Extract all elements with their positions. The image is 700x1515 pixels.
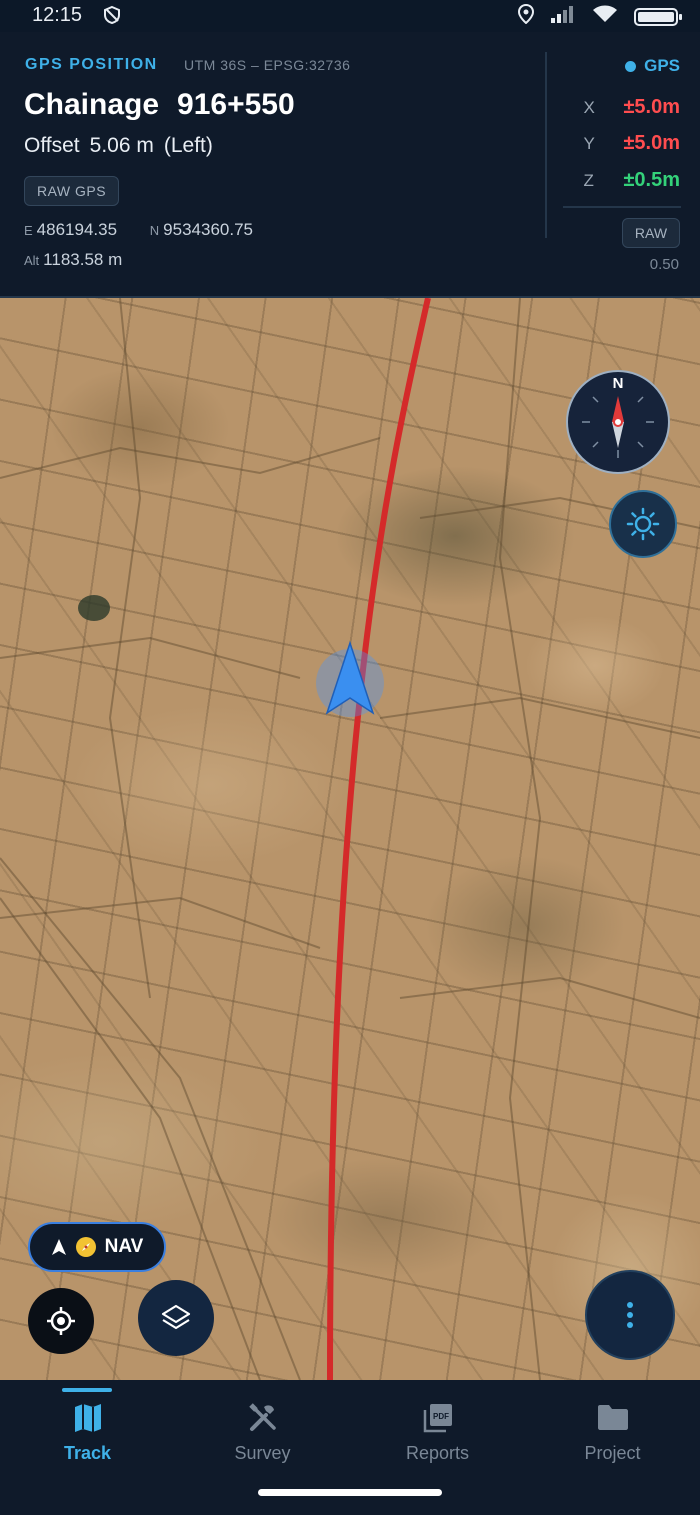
chainage: Chainage 916+550: [24, 88, 295, 122]
brightness-button[interactable]: [609, 490, 677, 558]
accuracy-value: ±5.0m: [623, 132, 680, 154]
battery-icon: [634, 8, 682, 26]
accuracy-row-y: Y ±5.0m: [583, 132, 680, 155]
nav-mode-button[interactable]: NAV: [28, 1222, 166, 1272]
pond: [78, 595, 110, 621]
raw-toggle-button[interactable]: RAW: [622, 218, 680, 248]
more-vertical-icon: [627, 1302, 633, 1328]
more-options-button[interactable]: [585, 1270, 675, 1360]
coordinates: E 486194.35 N 9534360.75: [24, 220, 253, 240]
layers-button[interactable]: [138, 1280, 214, 1356]
accuracy-value: ±0.5m: [623, 169, 680, 191]
tools-icon: [248, 1403, 276, 1431]
accuracy-axis: Z: [583, 170, 594, 190]
location-icon: [517, 3, 535, 30]
altitude-value: 1183.58 m: [43, 250, 123, 269]
gps-status-dot: [625, 60, 637, 72]
accuracy-axis: Y: [583, 133, 595, 153]
tab-label: Reports: [405, 1443, 470, 1463]
offset: Offset 5.06 m (Left): [24, 134, 223, 158]
folder-icon: [597, 1405, 628, 1430]
projection-label: UTM 36S – EPSG:32736: [184, 57, 351, 73]
tab-reports[interactable]: PDF Reports: [350, 1380, 525, 1480]
status-icons: [517, 3, 682, 30]
crosshair-icon: [47, 1307, 75, 1335]
compass-north-label: N: [613, 375, 624, 392]
compass-icon: N: [582, 375, 654, 458]
sun-icon: [626, 507, 660, 541]
northing-value: 9534360.75: [163, 220, 253, 239]
chainage-label: Chainage: [24, 88, 160, 121]
accuracy-row-x: X ±5.0m: [583, 96, 680, 119]
svg-text:PDF: PDF: [433, 1412, 449, 1421]
easting-label: E: [24, 223, 33, 238]
compass-button[interactable]: N: [566, 370, 670, 474]
gps-source-label: GPS: [644, 56, 680, 75]
tab-project[interactable]: Project: [525, 1380, 700, 1480]
tab-track[interactable]: Track: [0, 1380, 175, 1480]
accuracy-row-z: Z ±0.5m: [583, 169, 680, 192]
tab-survey[interactable]: Survey: [175, 1380, 350, 1480]
tab-label: Survey: [234, 1443, 291, 1463]
tab-label: Project: [584, 1443, 641, 1463]
northing-label: N: [149, 223, 160, 238]
raw-gps-button[interactable]: RAW GPS: [24, 176, 120, 206]
accuracy-value: ±5.0m: [623, 96, 680, 118]
offset-value: 5.06 m: [89, 134, 154, 157]
alignment-line: [327, 298, 431, 1380]
gps-panel-separator: [563, 206, 681, 208]
gps-position-header: GPS POSITION UTM 36S – EPSG:32736 Chaina…: [0, 32, 700, 298]
wifi-icon: [592, 4, 618, 30]
header-divider: [545, 52, 547, 238]
raw-value: 0.50: [649, 256, 679, 273]
offset-label: Offset: [24, 134, 80, 157]
easting-value: 486194.35: [36, 220, 118, 239]
tab-label: Track: [63, 1443, 112, 1463]
home-indicator[interactable]: [258, 1489, 442, 1496]
gps-source-badge: GPS: [625, 56, 680, 76]
accuracy-axis: X: [583, 97, 595, 117]
do-not-disturb-icon: [102, 5, 122, 31]
chainage-value: 916+550: [177, 88, 295, 121]
cellular-signal-icon: [550, 4, 576, 30]
navigation-arrow-icon: [51, 1239, 66, 1255]
nav-label: NAV: [104, 1236, 144, 1257]
layers-icon: [161, 1304, 191, 1330]
status-time: 12:15: [32, 4, 83, 26]
altitude: Alt 1183.58 m: [24, 250, 122, 270]
pdf-icon: PDF: [423, 1404, 452, 1433]
status-bar: 12:15: [0, 0, 700, 32]
offset-side: (Left): [163, 134, 213, 157]
active-tab-indicator: [62, 1388, 112, 1392]
map-icon: [74, 1404, 101, 1432]
compass-small-icon: [75, 1237, 96, 1257]
altitude-label: Alt: [24, 253, 40, 268]
gps-position-title: GPS POSITION: [25, 56, 158, 73]
locate-me-button[interactable]: [28, 1288, 94, 1354]
